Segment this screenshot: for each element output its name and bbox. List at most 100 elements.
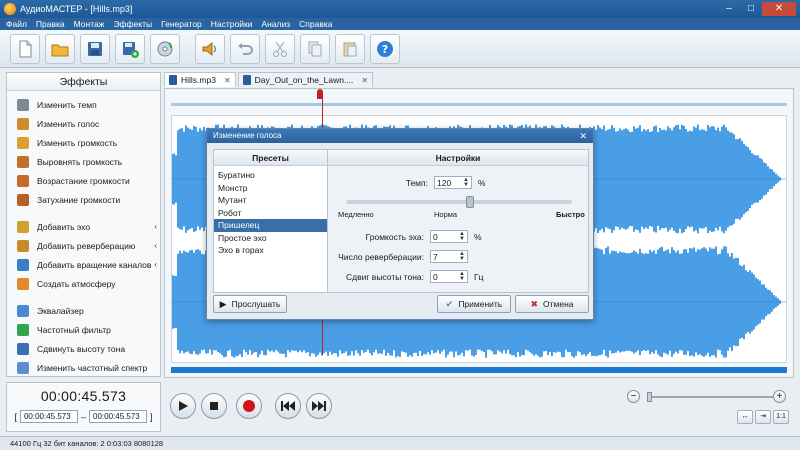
tempo-slider[interactable] — [346, 196, 572, 208]
dialog-title: Изменение голоса — [213, 131, 282, 140]
fit-selection-button[interactable]: ⇥ — [755, 410, 771, 424]
cut-icon — [273, 41, 287, 57]
rewind-button[interactable] — [275, 393, 301, 419]
effect-item[interactable]: Добавить реверберацию ‹ — [7, 236, 160, 255]
selection-end-field[interactable]: 00:00:45.573 — [89, 410, 147, 423]
effect-item-label: Эквалайзер — [37, 305, 84, 316]
submenu-arrow-icon[interactable]: ‹ — [154, 241, 157, 250]
menu-analysis[interactable]: Анализ — [261, 19, 290, 29]
fit-width-button[interactable]: ↔ — [737, 410, 753, 424]
submenu-arrow-icon[interactable]: ‹ — [154, 260, 157, 269]
tab-close-icon[interactable]: ✕ — [361, 76, 368, 85]
zoom-slider-track[interactable] — [647, 396, 773, 398]
spin-arrows-icon[interactable]: ▲ ▼ — [459, 271, 465, 282]
pitch-icon — [17, 342, 29, 355]
spin-arrows-icon[interactable]: ▲ ▼ — [459, 251, 465, 262]
close-window-button[interactable]: ✕ — [762, 2, 796, 16]
app-logo-icon — [4, 3, 16, 15]
preset-alien[interactable]: Пришелец — [214, 219, 327, 232]
effect-item[interactable]: Частотный фильтр — [7, 320, 160, 339]
tab-day-out[interactable]: Day_Out_on_the_Lawn.... ✕ — [237, 72, 374, 87]
status-bar: 44100 Гц 32 бит каналов: 2 0:03:03 80801… — [0, 436, 800, 450]
effect-item[interactable]: Затухание громкости — [7, 190, 160, 209]
preset-simple-echo[interactable]: Простое эхо — [214, 232, 327, 245]
maximize-button[interactable]: □ — [740, 2, 762, 16]
menu-help[interactable]: Справка — [299, 19, 332, 29]
tab-close-icon[interactable]: ✕ — [224, 76, 231, 85]
menu-file[interactable]: Файл — [6, 19, 27, 29]
menu-montage[interactable]: Монтаж — [74, 19, 105, 29]
effect-item[interactable]: Добавить вращение каналов ‹ — [7, 255, 160, 274]
tempo-value: 120 — [437, 177, 452, 188]
overview-scrollbar[interactable] — [171, 367, 787, 373]
zoom-out-button[interactable]: − — [627, 390, 640, 403]
submenu-arrow-icon[interactable]: ‹ — [154, 222, 157, 231]
dialog-close-icon[interactable]: ✕ — [579, 129, 587, 143]
cancel-button[interactable]: ✖ Отмена — [515, 295, 589, 313]
stop-button[interactable] — [201, 393, 227, 419]
undo-button[interactable] — [230, 33, 260, 64]
fast-forward-button[interactable] — [306, 393, 332, 419]
tempo-slider-thumb[interactable] — [466, 196, 474, 208]
preset-mountain-echo[interactable]: Эхо в горах — [214, 244, 327, 257]
open-folder-icon — [51, 44, 69, 56]
play-button[interactable] — [170, 393, 196, 419]
effect-item[interactable]: Изменить громкость — [7, 133, 160, 152]
open-folder-button[interactable] — [45, 33, 75, 64]
spin-arrows-icon[interactable]: ▲ ▼ — [463, 177, 469, 188]
preset-monster[interactable]: Монстр — [214, 182, 327, 195]
menu-settings[interactable]: Настройки — [211, 19, 253, 29]
save-as-button[interactable] — [115, 33, 145, 64]
slider-label-normal: Норма — [434, 210, 458, 219]
spin-arrows-icon[interactable]: ▲ ▼ — [459, 231, 465, 242]
sound-button[interactable] — [195, 33, 225, 64]
effect-item[interactable]: Возрастание громкости — [7, 171, 160, 190]
record-button[interactable] — [236, 393, 262, 419]
copy-icon — [308, 41, 322, 56]
zoom-one-to-one-button[interactable]: 1:1 — [773, 410, 789, 424]
tab-hills[interactable]: Hills.mp3 ✕ — [164, 72, 236, 87]
timeline-ruler[interactable] — [171, 97, 787, 111]
new-file-button[interactable] — [10, 33, 40, 64]
playhead-marker[interactable] — [317, 89, 323, 99]
menu-edit[interactable]: Правка — [36, 19, 65, 29]
tempo-label: Темп: — [405, 177, 428, 188]
pitch-shift-unit: Гц — [474, 271, 484, 282]
echo-volume-spinbox[interactable]: 0 ▲ ▼ — [430, 230, 468, 243]
reverb-icon — [17, 239, 29, 252]
record-button[interactable] — [150, 33, 180, 64]
minimize-button[interactable]: – — [718, 2, 740, 16]
effect-item[interactable]: Изменить темп — [7, 95, 160, 114]
record-icon — [243, 400, 255, 412]
effect-item[interactable]: Изменить частотный спектр — [7, 358, 160, 377]
effect-item[interactable]: Изменить голос — [7, 114, 160, 133]
effect-item-label: Выровнять громкость — [37, 156, 123, 167]
effect-item-label: Добавить реверберацию — [37, 240, 136, 251]
help-button[interactable]: ? — [370, 33, 400, 64]
presets-header: Пресеты — [214, 150, 327, 166]
effect-item[interactable]: Создать атмосферу — [7, 274, 160, 293]
zoom-slider-thumb[interactable] — [647, 392, 652, 402]
menu-generator[interactable]: Генератор — [161, 19, 202, 29]
zoom-in-button[interactable]: + — [773, 390, 786, 403]
preset-mutant[interactable]: Мутант — [214, 194, 327, 207]
listen-button[interactable]: ▶ Прослушать — [213, 295, 287, 313]
menu-effects[interactable]: Эффекты — [113, 19, 152, 29]
cut-button[interactable] — [265, 33, 295, 64]
preset-buratino[interactable]: Буратино — [214, 169, 327, 182]
pitch-shift-spinbox[interactable]: 0 ▲ ▼ — [430, 270, 468, 283]
copy-button[interactable] — [300, 33, 330, 64]
effect-item[interactable]: Выровнять громкость — [7, 152, 160, 171]
echo-volume-value: 0 — [433, 231, 438, 242]
reverb-count-spinbox[interactable]: 7 ▲ ▼ — [430, 250, 468, 263]
preset-robot[interactable]: Робот — [214, 207, 327, 220]
tempo-spinbox[interactable]: 120 ▲ ▼ — [434, 176, 472, 189]
save-button[interactable] — [80, 33, 110, 64]
apply-button[interactable]: ✔ Применить — [437, 295, 511, 313]
audio-file-icon — [242, 75, 251, 85]
effect-item[interactable]: Сдвинуть высоту тона — [7, 339, 160, 358]
effect-item[interactable]: Добавить эхо ‹ — [7, 217, 160, 236]
selection-start-field[interactable]: 00:00:45.573 — [19, 410, 78, 423]
effect-item[interactable]: Эквалайзер — [7, 301, 160, 320]
paste-button[interactable] — [335, 33, 365, 64]
